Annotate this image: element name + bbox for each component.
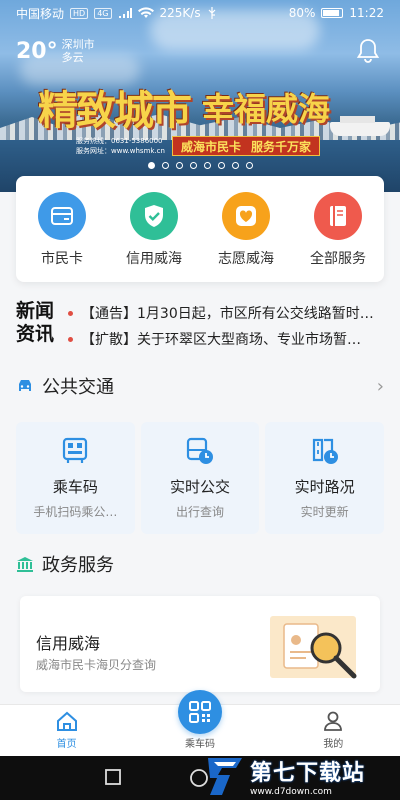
transport-card-name: 乘车码 bbox=[52, 478, 98, 496]
clock: 11:22 bbox=[349, 6, 384, 20]
news-title-line: 资讯 bbox=[16, 323, 55, 345]
carrier-label: 中国移动 bbox=[16, 6, 65, 21]
banner-contact: 服务热线：0631-5386000 服务网址：www.whsmk.cn bbox=[76, 136, 165, 156]
book-icon bbox=[314, 192, 362, 240]
bus-qr-icon bbox=[63, 437, 88, 463]
banner-badge-right: 服务千万家 bbox=[251, 139, 312, 154]
banner-slogan-right: 幸福威海 bbox=[202, 90, 331, 128]
chevron-right-icon[interactable]: › bbox=[377, 376, 384, 397]
quick-services-card: 市民卡 信用威海 志愿威海 全部服务 bbox=[16, 176, 384, 282]
bus-clock-icon bbox=[186, 437, 213, 464]
recent-apps-button[interactable] bbox=[104, 768, 122, 790]
tab-mine[interactable]: 我的 bbox=[267, 705, 400, 756]
heart-icon bbox=[222, 192, 270, 240]
road-clock-icon bbox=[312, 438, 338, 464]
transport-cards: 乘车码 手机扫码乘公… 实时公交 出行查询 实时路况 实时更新 bbox=[16, 422, 385, 534]
weather-condition: 多云 bbox=[61, 51, 84, 64]
network-badge: 4G bbox=[94, 7, 112, 19]
news-list: 【通告】1月30日起，市区所有公交线路暂时… 【扩散】关于环翠区大型商场、专业市… bbox=[68, 300, 384, 352]
service-citizen-card[interactable]: 市民卡 bbox=[19, 192, 105, 268]
service-all[interactable]: 全部服务 bbox=[295, 192, 381, 268]
battery-percent: 80% bbox=[288, 6, 316, 20]
credit-card-title: 信用威海 bbox=[36, 634, 101, 653]
transport-card-ride-code[interactable]: 乘车码 手机扫码乘公… bbox=[16, 422, 135, 534]
tab-label: 我的 bbox=[323, 739, 344, 750]
transport-card-sub: 出行查询 bbox=[176, 505, 225, 519]
watermark: 第七下载站 www.d7down.com bbox=[204, 752, 365, 800]
weather-city: 深圳市 bbox=[61, 38, 95, 51]
transport-card-realtime-bus[interactable]: 实时公交 出行查询 bbox=[140, 422, 260, 534]
service-label: 全部服务 bbox=[310, 251, 366, 267]
gov-header: 政务服务 bbox=[16, 550, 384, 578]
banner-pagination bbox=[0, 162, 400, 169]
service-label: 志愿威海 bbox=[218, 251, 274, 267]
transport-header[interactable]: 公共交通 › bbox=[16, 372, 384, 400]
pagination-dot[interactable] bbox=[245, 162, 253, 169]
card-icon bbox=[38, 192, 86, 240]
transport-card-sub: 实时更新 bbox=[300, 505, 349, 519]
tab-label: 乘车码 bbox=[184, 739, 215, 750]
qr-code-icon bbox=[189, 701, 211, 723]
battery-icon bbox=[321, 8, 344, 18]
news-title-line: 新闻 bbox=[16, 300, 55, 322]
transport-card-sub: 手机扫码乘公… bbox=[33, 505, 118, 519]
weather-temperature: 20° bbox=[16, 38, 58, 64]
pagination-dot[interactable] bbox=[147, 162, 155, 169]
top-banner[interactable]: 精致城市 幸福威海 服务热线：0631-5386000 服务网址：www.whs… bbox=[0, 0, 400, 192]
service-credit-weihai[interactable]: 信用威海 bbox=[111, 192, 197, 268]
status-bar: 中国移动 HD 4G 225K/s 80% 11:22 bbox=[0, 0, 400, 26]
news-bullet bbox=[68, 336, 73, 342]
pagination-dot[interactable] bbox=[203, 162, 211, 169]
wifi-icon bbox=[137, 7, 154, 19]
credit-search-illustration bbox=[270, 616, 357, 679]
news-item[interactable]: 【扩散】关于环翠区大型商场、专业市场暂… bbox=[68, 326, 384, 352]
watermark-url: www.d7down.com bbox=[250, 787, 332, 797]
service-label: 信用威海 bbox=[126, 251, 182, 267]
ride-code-fab[interactable] bbox=[178, 690, 222, 734]
banner-badge-left: 威海市民卡 bbox=[181, 139, 242, 154]
usb-icon bbox=[208, 7, 216, 19]
tab-home[interactable]: 首页 bbox=[0, 705, 133, 756]
pagination-dot[interactable] bbox=[217, 162, 225, 169]
news-text: 【通告】1月30日起，市区所有公交线路暂时… bbox=[81, 306, 374, 322]
transport-card-name: 实时公交 bbox=[170, 478, 231, 496]
news-section: 新闻 资讯 【通告】1月30日起，市区所有公交线路暂时… 【扩散】关于环翠区大型… bbox=[16, 300, 384, 352]
watermark-name: 第七下载站 bbox=[250, 761, 366, 786]
pagination-dot[interactable] bbox=[231, 162, 239, 169]
tab-label: 首页 bbox=[56, 739, 77, 750]
car-icon bbox=[19, 380, 31, 391]
pagination-dot[interactable] bbox=[189, 162, 197, 169]
news-item[interactable]: 【通告】1月30日起，市区所有公交线路暂时… bbox=[68, 300, 384, 326]
banner-ship bbox=[330, 116, 390, 136]
watermark-logo bbox=[208, 758, 242, 795]
user-icon bbox=[324, 711, 343, 731]
government-building-icon bbox=[17, 557, 33, 572]
credit-weihai-card[interactable]: 信用威海 威海市民卡海贝分查询 bbox=[20, 596, 380, 692]
home-icon bbox=[56, 711, 77, 731]
credit-card-subtitle: 威海市民卡海贝分查询 bbox=[36, 658, 157, 672]
gov-title: 政务服务 bbox=[42, 555, 114, 576]
pagination-dot[interactable] bbox=[161, 162, 169, 169]
weather-widget[interactable]: 20° 深圳市 多云 bbox=[16, 38, 95, 64]
shield-check-icon bbox=[130, 192, 178, 240]
network-speed: 225K/s bbox=[159, 6, 201, 20]
signal-icon bbox=[118, 8, 132, 18]
pagination-dot[interactable] bbox=[175, 162, 183, 169]
news-title: 新闻 资讯 bbox=[16, 300, 60, 352]
transport-card-road-conditions[interactable]: 实时路况 实时更新 bbox=[265, 422, 385, 534]
banner-badge: 威海市民卡 服务千万家 bbox=[172, 136, 321, 156]
service-label: 市民卡 bbox=[41, 251, 83, 267]
hd-badge: HD bbox=[70, 7, 89, 19]
news-bullet bbox=[68, 310, 73, 316]
transport-card-name: 实时路况 bbox=[294, 478, 355, 496]
square-icon bbox=[105, 769, 121, 785]
news-text: 【扩散】关于环翠区大型商场、专业市场暂… bbox=[81, 332, 361, 348]
banner-hotline: 服务热线：0631-5386000 bbox=[76, 137, 163, 145]
bell-icon[interactable] bbox=[356, 38, 380, 64]
transport-title: 公共交通 bbox=[42, 377, 114, 398]
banner-website: 服务网址：www.whsmk.cn bbox=[76, 147, 165, 155]
banner-slogan-left: 精致城市 bbox=[38, 87, 192, 134]
service-volunteer[interactable]: 志愿威海 bbox=[203, 192, 289, 268]
